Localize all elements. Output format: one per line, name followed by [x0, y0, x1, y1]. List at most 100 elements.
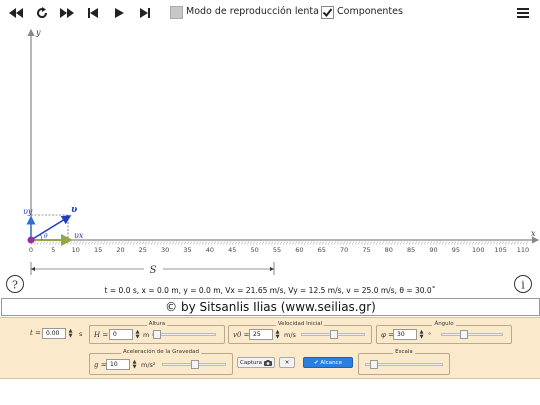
- ground-hatch-line: [432, 241, 436, 245]
- step-back-button[interactable]: [86, 4, 100, 22]
- angle-input[interactable]: 30: [393, 329, 417, 340]
- ground-hatch-line: [144, 241, 148, 245]
- x-tick-label: 95: [452, 246, 460, 254]
- simulation-canvas[interactable]: y x 0 5 10 15 20 25 30 35 40 45 50 55 60 65 70 75 80 85 90…: [0, 26, 540, 298]
- capture-button[interactable]: Captura: [237, 357, 275, 368]
- ground-hatch-line: [237, 241, 241, 245]
- step-forward-button[interactable]: [138, 4, 152, 22]
- angle-slider-thumb[interactable]: [459, 330, 468, 339]
- range-button[interactable]: ✔ Alcance: [303, 357, 353, 368]
- camera-icon: [263, 359, 272, 366]
- ground-hatch-line: [402, 241, 406, 245]
- rewind-button[interactable]: [8, 4, 24, 22]
- skip-forward-icon: [140, 8, 150, 18]
- gravity-input[interactable]: 10: [106, 359, 130, 370]
- scale-fieldset: Escala: [358, 349, 450, 375]
- ground-hatch-line: [117, 241, 121, 245]
- height-slider-thumb[interactable]: [153, 330, 161, 339]
- ground-hatch-line: [420, 241, 424, 245]
- angle-slider[interactable]: [441, 330, 503, 339]
- ground-hatch-line: [120, 241, 124, 245]
- ground-hatch-line: [96, 241, 100, 245]
- ground-hatch-line: [486, 241, 490, 245]
- ground-hatch-line: [279, 241, 283, 245]
- x-tick-label: 75: [362, 246, 370, 254]
- ground-hatch-line: [306, 241, 310, 245]
- status-readout: t = 0.0 s, x = 0.0 m, y = 0.0 m, Vx = 21…: [104, 286, 436, 295]
- time-stepper[interactable]: ▲ ▼: [67, 328, 74, 339]
- ground-hatch-line: [408, 241, 412, 245]
- velocity-stepper[interactable]: ▲ ▼: [274, 329, 281, 340]
- ground-hatch-line: [57, 241, 61, 245]
- ground-hatch-line: [309, 241, 313, 245]
- ground-hatch-line: [192, 241, 196, 245]
- ground-hatch-line: [369, 241, 373, 245]
- height-slider[interactable]: [152, 330, 216, 339]
- height-input[interactable]: 0: [109, 329, 133, 340]
- ground-hatch-line: [270, 241, 274, 245]
- x-tick-label: 35: [183, 246, 191, 254]
- ground-hatch-line: [126, 241, 130, 245]
- ground-hatch-line: [129, 241, 133, 245]
- ground-hatch-line: [165, 241, 169, 245]
- angle-stepper[interactable]: ▲ ▼: [418, 329, 425, 340]
- ground-hatch-line: [393, 241, 397, 245]
- ground-hatch-line: [102, 241, 106, 245]
- fast-forward-icon: [60, 8, 74, 18]
- ground-hatch-line: [105, 241, 109, 245]
- ground-hatch-line: [480, 241, 484, 245]
- x-tick-label: 15: [94, 246, 102, 254]
- ground-hatch-line: [153, 241, 157, 245]
- ground-hatch-line: [315, 241, 319, 245]
- ground-hatch-line: [210, 241, 214, 245]
- angle-unit: °: [428, 331, 432, 339]
- ground-hatch-line: [246, 241, 250, 245]
- ground-hatch-line: [462, 241, 466, 245]
- ground-hatch-line: [123, 241, 127, 245]
- scale-slider[interactable]: [365, 360, 443, 369]
- ground-hatch-line: [93, 241, 97, 245]
- gravity-slider[interactable]: [162, 360, 226, 369]
- height-unit: m: [143, 331, 150, 339]
- ground-hatch-line: [363, 241, 367, 245]
- x-tick-label: 70: [340, 246, 348, 254]
- ground-hatch-line: [78, 241, 82, 245]
- velocity-unit: m/s: [284, 331, 296, 339]
- time-input[interactable]: 0.00: [42, 328, 66, 339]
- ground-hatch-line: [252, 241, 256, 245]
- height-stepper[interactable]: ▲ ▼: [134, 329, 141, 340]
- ground-hatch-line: [60, 241, 64, 245]
- gravity-slider-thumb[interactable]: [191, 360, 199, 369]
- projectile-ball[interactable]: [27, 236, 35, 244]
- menu-button[interactable]: [516, 4, 530, 22]
- x-tick-label: 30: [161, 246, 169, 254]
- play-button[interactable]: [112, 4, 126, 22]
- vx-label: υx: [74, 231, 84, 240]
- ground-hatch-line: [312, 241, 316, 245]
- x-tick-label: 40: [206, 246, 214, 254]
- ground-hatch-line: [201, 241, 205, 245]
- ground-hatch-line: [258, 241, 262, 245]
- velocity-input[interactable]: 25: [249, 329, 273, 340]
- gravity-stepper[interactable]: ▲ ▼: [131, 359, 138, 370]
- reset-button[interactable]: [34, 4, 50, 22]
- ground-hatch-line: [429, 241, 433, 245]
- slow-mode-checkbox[interactable]: [170, 6, 183, 19]
- height-title: Altura: [146, 321, 168, 327]
- components-checkbox[interactable]: [321, 6, 334, 19]
- ground-hatch-line: [513, 241, 517, 245]
- ground-hatch-line: [348, 241, 352, 245]
- clear-button[interactable]: ✕: [279, 357, 295, 368]
- fast-forward-button[interactable]: [59, 4, 75, 22]
- ground-hatch-line: [288, 241, 292, 245]
- x-axis-label: x: [531, 229, 536, 238]
- ground-hatch-line: [417, 241, 421, 245]
- scale-slider-thumb[interactable]: [369, 360, 378, 369]
- components-label: Componentes: [337, 6, 403, 17]
- x-tick-label: 105: [494, 246, 506, 254]
- velocity-slider-thumb[interactable]: [330, 330, 338, 339]
- ground-hatch-line: [360, 241, 364, 245]
- velocity-slider[interactable]: [301, 330, 365, 339]
- angle-title: Ángulo: [432, 321, 456, 327]
- x-tick-label: 80: [385, 246, 393, 254]
